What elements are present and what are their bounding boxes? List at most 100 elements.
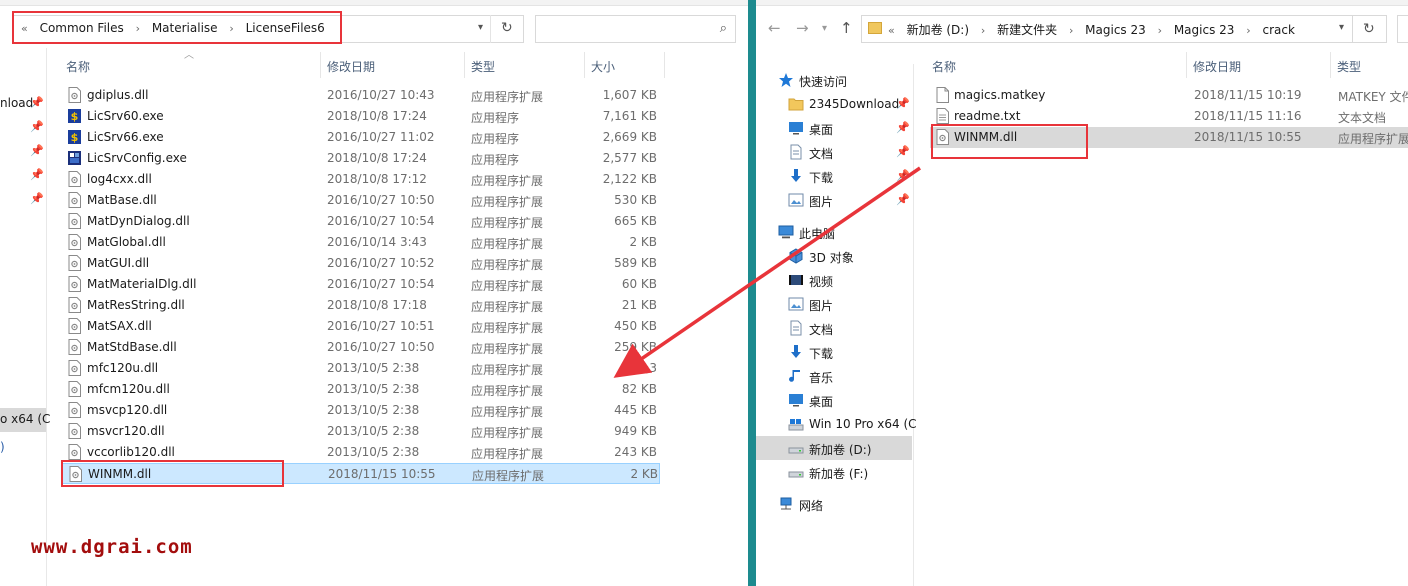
- nav-item-label[interactable]: nload: [0, 96, 33, 110]
- column-header-name[interactable]: 名称: [66, 58, 90, 76]
- pin-icon: 📌: [30, 168, 44, 181]
- dll-icon: [68, 297, 81, 313]
- breadcrumb-separator-icon: ›: [1157, 24, 1162, 37]
- chevron-down-icon[interactable]: ▾: [1339, 22, 1344, 33]
- tree-item-label: 文档: [809, 323, 834, 337]
- file-row[interactable]: MatMaterialDlg.dll 2016/10/27 10:54 应用程序扩展…: [62, 274, 660, 295]
- address-bar[interactable]: « 新加卷 (D:) › 新建文件夹 › Magics 23 › Magics …: [861, 15, 1353, 43]
- column-header-name[interactable]: 名称: [932, 58, 956, 76]
- chevron-down-icon[interactable]: ▾: [478, 22, 483, 33]
- file-row[interactable]: msvcp120.dll 2013/10/5 2:38 应用程序扩展 445 KB: [62, 400, 660, 421]
- tree-item[interactable]: 文档: [756, 316, 912, 340]
- refresh-button[interactable]: ↻: [1353, 15, 1387, 43]
- file-row[interactable]: LicSrvConfig.exe 2018/10/8 17:24 应用程序 2,577…: [62, 148, 660, 169]
- up-arrow-icon[interactable]: ↑: [840, 19, 853, 37]
- tree-item[interactable]: 桌面 📌: [756, 116, 912, 140]
- file-row[interactable]: MatGUI.dll 2016/10/27 10:52 应用程序扩展 589 KB: [62, 253, 660, 274]
- file-date: 2013/10/5 2:38: [327, 424, 420, 438]
- sort-up-icon: ︿: [184, 50, 194, 61]
- download-icon: [788, 168, 804, 184]
- column-header-type[interactable]: 类型: [471, 58, 495, 76]
- tree-item[interactable]: Win 10 Pro x64 (C: [756, 412, 917, 436]
- tree-item[interactable]: 文档 📌: [756, 140, 912, 164]
- forward-arrow-icon[interactable]: →: [796, 19, 809, 37]
- tree-item[interactable]: 图片: [756, 292, 912, 316]
- tree-item-label: 网络: [799, 499, 824, 513]
- file-row[interactable]: msvcr120.dll 2013/10/5 2:38 应用程序扩展 949 KB: [62, 421, 660, 442]
- breadcrumb-overflow-icon[interactable]: «: [888, 24, 895, 37]
- nav-selected-item[interactable]: o x64 (C: [0, 408, 50, 432]
- file-date: 2018/11/15 10:19: [1194, 88, 1302, 102]
- file-date: 2018/11/15 10:55: [1194, 130, 1302, 144]
- file-type: 应用程序扩展: [471, 321, 544, 335]
- column-header-date[interactable]: 修改日期: [1193, 58, 1241, 76]
- download-icon: [788, 344, 804, 360]
- dll-icon: [68, 381, 81, 397]
- tree-item[interactable]: 快速访问: [756, 68, 912, 92]
- file-date: 2018/10/8 17:24: [327, 109, 427, 123]
- tree-item[interactable]: 此电脑: [756, 220, 912, 244]
- breadcrumb-separator-icon: ›: [1246, 24, 1251, 37]
- refresh-button[interactable]: ↻: [490, 15, 524, 43]
- column-header-type[interactable]: 类型: [1337, 58, 1361, 76]
- nav-item-label[interactable]: ): [0, 440, 5, 454]
- file-type: 文本文档: [1338, 111, 1387, 125]
- search-input[interactable]: [1397, 15, 1408, 43]
- tree-item[interactable]: 网络: [756, 492, 912, 516]
- watermark: www.dgrai.com: [31, 536, 193, 558]
- file-row[interactable]: mfcm120u.dll 2013/10/5 2:38 应用程序扩展 82 KB: [62, 379, 660, 400]
- file-row[interactable]: $ LicSrv66.exe 2016/10/27 11:02 应用程序 2,669 K…: [62, 127, 660, 148]
- music-icon: [788, 368, 804, 384]
- tree-item[interactable]: 视频: [756, 268, 912, 292]
- file-row[interactable]: MatSAX.dll 2016/10/27 10:51 应用程序扩展 450 KB: [62, 316, 660, 337]
- column-header-date[interactable]: 修改日期: [327, 58, 375, 76]
- tree-item[interactable]: 音乐: [756, 364, 912, 388]
- file-row[interactable]: MatResString.dll 2018/10/8 17:18 应用程序扩展 21 …: [62, 295, 660, 316]
- file-date: 2018/10/8 17:24: [327, 151, 427, 165]
- pin-icon: 📌: [896, 169, 910, 182]
- desktop-icon: [788, 120, 804, 136]
- column-header-size[interactable]: 大小: [591, 58, 615, 76]
- file-row[interactable]: MatBase.dll 2016/10/27 10:50 应用程序扩展 530 KB: [62, 190, 660, 211]
- breadcrumb-item[interactable]: crack: [1262, 23, 1294, 37]
- tree-item[interactable]: 3D 对象: [756, 244, 912, 268]
- tree-item-label: 图片: [809, 299, 834, 313]
- file-row[interactable]: mfc120u.dll 2013/10/5 2:38 应用程序扩展 4,3: [62, 358, 660, 379]
- breadcrumb-item[interactable]: 新建文件夹: [997, 23, 1057, 37]
- tree-item[interactable]: 2345Download 📌: [756, 92, 912, 116]
- file-size: 2,577 KB: [602, 151, 657, 165]
- tree-item[interactable]: 下载: [756, 340, 912, 364]
- dll-icon: [68, 255, 81, 271]
- file-row[interactable]: $ LicSrv60.exe 2018/10/8 17:24 应用程序 7,161 KB: [62, 106, 660, 127]
- tree-item[interactable]: 桌面: [756, 388, 912, 412]
- desktop-icon: [788, 392, 804, 408]
- tree-item[interactable]: 图片 📌: [756, 188, 912, 212]
- breadcrumb-item[interactable]: Magics 23: [1174, 23, 1235, 37]
- dll-icon: [68, 444, 81, 460]
- file-row[interactable]: magics.matkey 2018/11/15 10:19 MATKEY 文件: [930, 85, 1408, 106]
- file-row[interactable]: gdiplus.dll 2016/10/27 10:43 应用程序扩展 1,607 K…: [62, 85, 660, 106]
- 3d-objects-icon: [788, 248, 804, 264]
- file-row[interactable]: MatStdBase.dll 2016/10/27 10:50 应用程序扩展 259 …: [62, 337, 660, 358]
- file-row[interactable]: MatDynDialog.dll 2016/10/27 10:54 应用程序扩展 66…: [62, 211, 660, 232]
- file-name: gdiplus.dll: [87, 88, 149, 102]
- file-date: 2016/10/14 3:43: [327, 235, 427, 249]
- search-input[interactable]: ⌕: [535, 15, 736, 43]
- tree-item[interactable]: 新加卷 (F:): [756, 460, 912, 484]
- recent-locations-icon[interactable]: ▾: [822, 23, 827, 34]
- tree-item[interactable]: 下载 📌: [756, 164, 912, 188]
- file-row[interactable]: log4cxx.dll 2018/10/8 17:12 应用程序扩展 2,122 KB: [62, 169, 660, 190]
- breadcrumb-item[interactable]: Magics 23: [1085, 23, 1146, 37]
- pin-icon: 📌: [896, 97, 910, 110]
- pin-icon: 📌: [30, 144, 44, 157]
- file-type: 应用程序扩展: [471, 90, 544, 104]
- back-arrow-icon[interactable]: ←: [768, 19, 781, 37]
- file-row[interactable]: MatGlobal.dll 2016/10/14 3:43 应用程序扩展 2 KB: [62, 232, 660, 253]
- breadcrumb-item[interactable]: 新加卷 (D:): [907, 23, 969, 37]
- file-date: 2016/10/27 10:50: [327, 193, 435, 207]
- file-name: msvcr120.dll: [87, 424, 165, 438]
- top-strip: [756, 0, 1408, 6]
- highlight-box: [12, 11, 342, 44]
- tree-item[interactable]: 新加卷 (D:): [756, 436, 912, 460]
- file-type: 应用程序扩展: [1338, 132, 1408, 146]
